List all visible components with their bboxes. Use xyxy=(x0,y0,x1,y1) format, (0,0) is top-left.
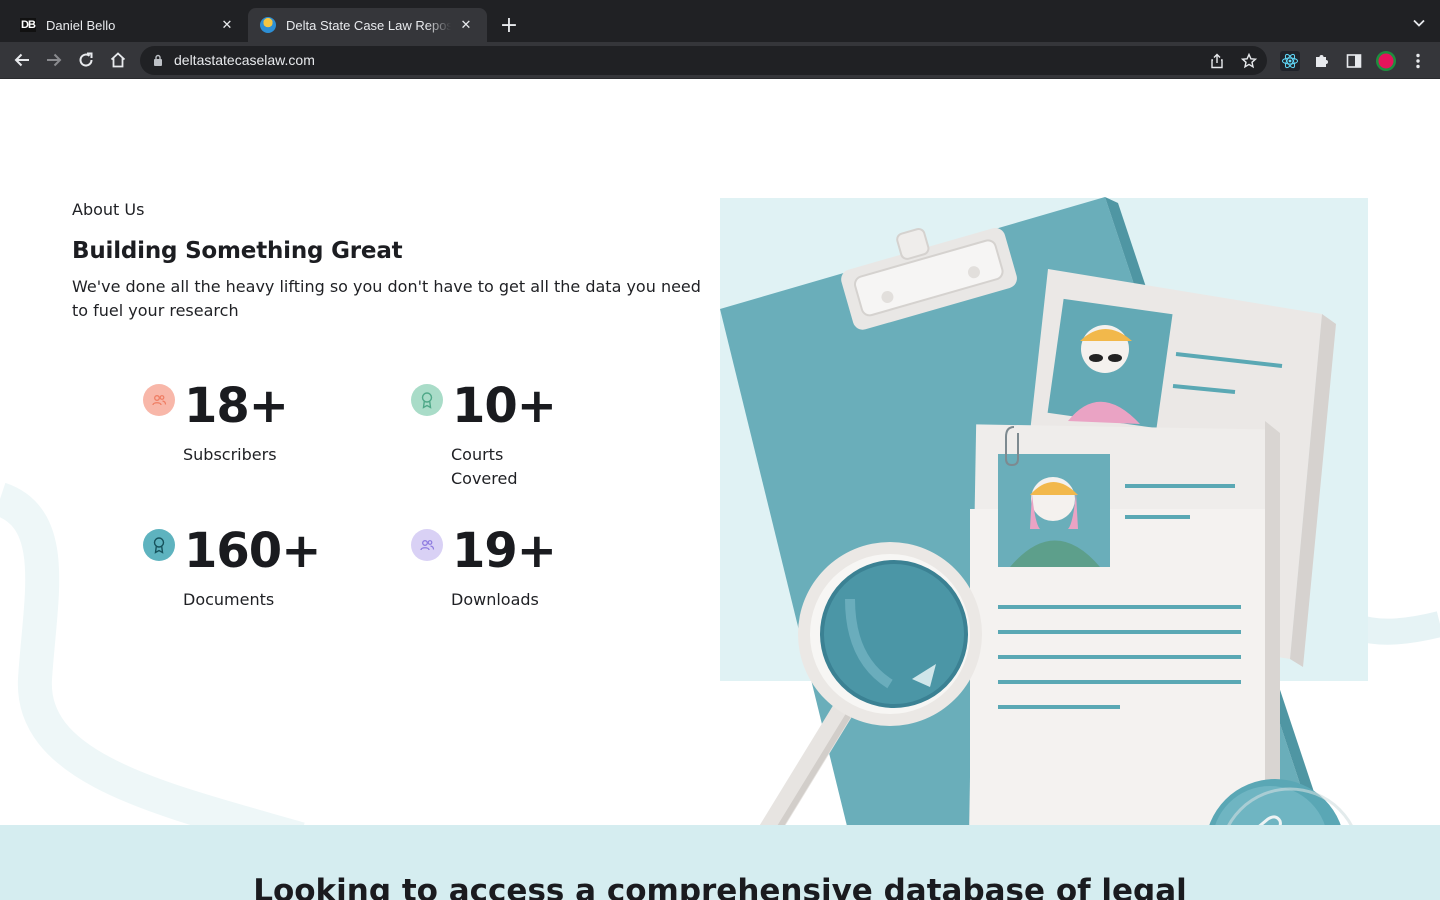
users-icon xyxy=(411,529,443,561)
new-tab-plus-icon[interactable]: + xyxy=(496,13,522,39)
close-icon[interactable]: ✕ xyxy=(457,16,475,34)
bookmark-star-icon[interactable] xyxy=(1240,52,1258,70)
stat-label: Downloads xyxy=(451,590,539,609)
page-content: About Us Building Something Great We've … xyxy=(0,79,1440,900)
close-icon[interactable]: ✕ xyxy=(218,16,236,34)
stat-value: 18+ xyxy=(184,378,289,434)
stat-label: Documents xyxy=(183,590,275,609)
stat-value: 19+ xyxy=(452,523,557,579)
tab-title: Delta State Case Law Repository xyxy=(286,17,451,33)
side-panel-icon[interactable] xyxy=(1343,50,1365,72)
lock-icon xyxy=(154,54,162,66)
award-icon xyxy=(143,529,175,561)
url-text: deltastatecaselaw.com xyxy=(174,52,315,68)
section-description: We've done all the heavy lifting so you … xyxy=(72,277,701,320)
more-menu-icon[interactable] xyxy=(1407,50,1429,72)
home-icon[interactable] xyxy=(106,48,130,72)
browser-tab-bar: DB Daniel Bello ✕ Delta State Case Law R… xyxy=(0,0,1440,42)
share-icon[interactable] xyxy=(1208,52,1226,70)
back-arrow-icon[interactable] xyxy=(10,48,34,72)
address-bar[interactable]: deltastatecaselaw.com xyxy=(140,46,1267,75)
browser-tab-daniel-bello[interactable]: DB Daniel Bello ✕ xyxy=(8,8,248,42)
stat-label: Courts Covered xyxy=(451,445,518,488)
favicon-text: DB xyxy=(20,18,36,32)
db-favicon-icon: DB xyxy=(20,17,36,33)
cta-band: Looking to access a comprehensive databa… xyxy=(0,825,1440,900)
extensions-puzzle-icon[interactable] xyxy=(1311,50,1333,72)
stat-value: 160+ xyxy=(184,523,321,579)
reload-icon[interactable] xyxy=(74,48,98,72)
tab-title: Daniel Bello xyxy=(46,17,116,33)
section-eyebrow: About Us xyxy=(72,200,145,219)
profile-avatar-icon[interactable] xyxy=(1375,50,1397,72)
browser-tab-delta-state[interactable]: Delta State Case Law Repository ✕ xyxy=(248,8,487,42)
award-icon xyxy=(411,384,443,416)
stat-label: Subscribers xyxy=(183,445,277,464)
documents-illustration xyxy=(720,197,1362,879)
globe-favicon-icon xyxy=(260,17,276,33)
users-icon xyxy=(143,384,175,416)
cta-heading: Looking to access a comprehensive databa… xyxy=(253,873,1187,900)
forward-arrow-icon[interactable] xyxy=(42,48,66,72)
react-devtools-icon[interactable] xyxy=(1279,50,1301,72)
stat-value: 10+ xyxy=(452,378,557,434)
browser-toolbar: deltastatecaselaw.com xyxy=(0,42,1440,79)
tab-search-chevron-icon[interactable] xyxy=(1412,16,1426,30)
section-heading: Building Something Great xyxy=(72,238,403,264)
